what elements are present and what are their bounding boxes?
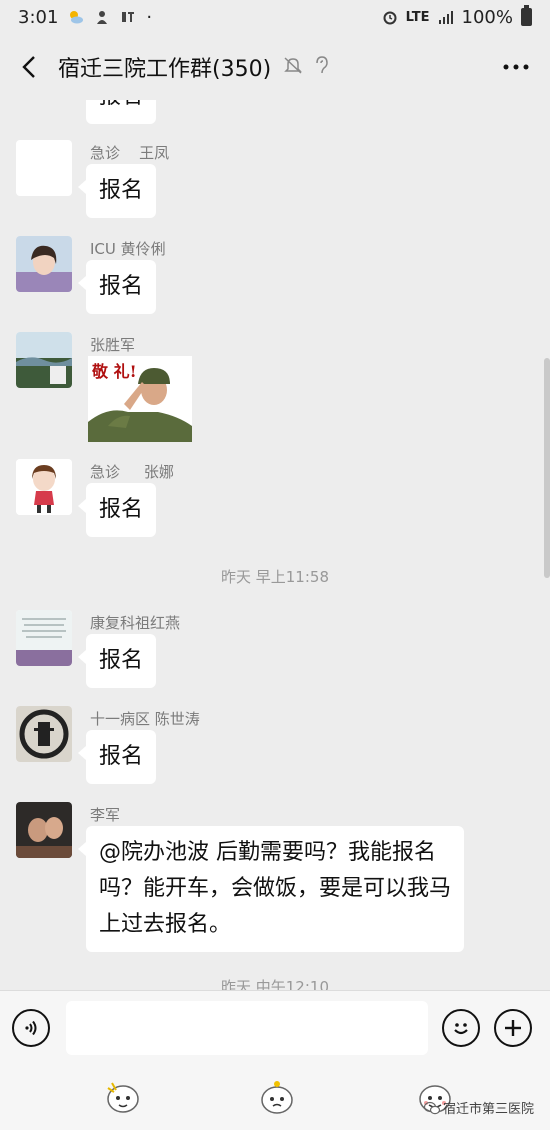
mute-bell-icon <box>283 55 303 79</box>
sticker-suggestion[interactable] <box>104 1078 142 1116</box>
message-bubble[interactable]: 报名 <box>77 483 157 537</box>
chat-messages[interactable]: 报名 急诊 王凤 报名 ICU 黄伶俐 报名 张胜军 敬 礼! 急诊 张娜 报名 <box>0 100 550 990</box>
sender-name: 急诊 王凤 <box>90 144 170 162</box>
message-input[interactable] <box>66 1000 428 1055</box>
avatar[interactable] <box>16 610 72 666</box>
chat-header: 宿迁三院工作群(350) <box>0 34 550 100</box>
scrollbar[interactable] <box>544 358 550 578</box>
notification-icon <box>94 9 110 25</box>
voice-icon <box>25 1020 37 1035</box>
message-bubble[interactable]: @院办池波 后勤需要吗？我能报名 吗？能开车，会做饭，要是可以我马 上过去报名。 <box>78 826 464 952</box>
status-time: 3:01 <box>18 6 59 28</box>
more-dots-icon <box>503 64 529 70</box>
sender-name: ICU 黄伶俐 <box>90 240 166 258</box>
message-text: 报名 <box>99 178 144 203</box>
ear-icon <box>313 55 331 79</box>
more-button[interactable] <box>496 47 536 87</box>
message-text: 报名 <box>99 497 144 522</box>
watermark-text: 宿迁市第三医院 <box>442 1102 534 1117</box>
message-text-line: 上过去报名。 <box>99 912 232 937</box>
avatar[interactable] <box>16 332 72 388</box>
avatar[interactable] <box>16 140 72 196</box>
signal-icon <box>438 9 454 25</box>
cartoon-face-icon <box>261 1081 293 1114</box>
more-actions-button[interactable] <box>494 1008 532 1047</box>
input-bar <box>0 990 550 1064</box>
weather-icon <box>68 9 84 25</box>
watermark: 宿迁市第三医院 <box>423 1098 534 1117</box>
sender-name: 十一病区 陈世涛 <box>90 710 200 728</box>
voice-button[interactable] <box>12 1008 50 1047</box>
message-bubble[interactable]: 报名 <box>77 730 157 784</box>
sticker-bar: 宿迁市第三医院 <box>0 1064 550 1130</box>
alarm-icon <box>382 9 398 25</box>
message-text-line: @院办池波 后勤需要吗？我能报名 <box>99 840 436 865</box>
message-text: 报名 <box>99 648 144 673</box>
avatar[interactable] <box>16 459 72 515</box>
sticker-caption: 敬 礼! <box>92 362 137 381</box>
chevron-left-icon <box>22 56 35 78</box>
smiley-icon <box>454 1022 468 1034</box>
avatar[interactable] <box>16 236 72 292</box>
timestamp: 昨天 中午12:10 <box>221 978 329 990</box>
message-bubble[interactable]: 报名 <box>86 100 157 124</box>
dot-icon: · <box>146 6 153 28</box>
sender-name: 李军 <box>90 806 121 824</box>
salute-sticker[interactable]: 敬 礼! <box>88 356 192 442</box>
timestamp: 昨天 早上11:58 <box>221 568 329 586</box>
message-bubble[interactable]: 报名 <box>77 634 157 688</box>
sticker-suggestion[interactable] <box>258 1078 296 1116</box>
emoji-button[interactable] <box>442 1008 480 1047</box>
wechat-logo-icon <box>423 1101 440 1114</box>
message-text: 报名 <box>99 100 143 109</box>
battery-icon <box>521 5 532 26</box>
cartoon-face-icon <box>107 1082 139 1113</box>
listen-app-icon <box>120 9 136 25</box>
message-bubble[interactable]: 报名 <box>77 164 157 218</box>
sender-name: 张胜军 <box>90 336 136 354</box>
message-text-line: 吗？能开车，会做饭，要是可以我马 <box>99 876 452 901</box>
message-text: 报名 <box>99 274 144 299</box>
back-button[interactable] <box>14 47 44 87</box>
chat-title: 宿迁三院工作群(350) <box>58 57 272 82</box>
plus-icon <box>505 1019 521 1036</box>
network-label: LTE <box>405 9 430 25</box>
message-text: 报名 <box>99 744 144 769</box>
message-bubble[interactable]: 报名 <box>77 260 157 314</box>
sender-name: 急诊 张娜 <box>90 463 174 481</box>
avatar[interactable] <box>16 706 72 762</box>
status-bar: 3:01 · LTE 100% <box>0 0 550 34</box>
sender-name: 康复科祖红燕 <box>90 614 181 632</box>
battery-percent: 100% <box>461 6 513 28</box>
avatar[interactable] <box>16 802 72 858</box>
